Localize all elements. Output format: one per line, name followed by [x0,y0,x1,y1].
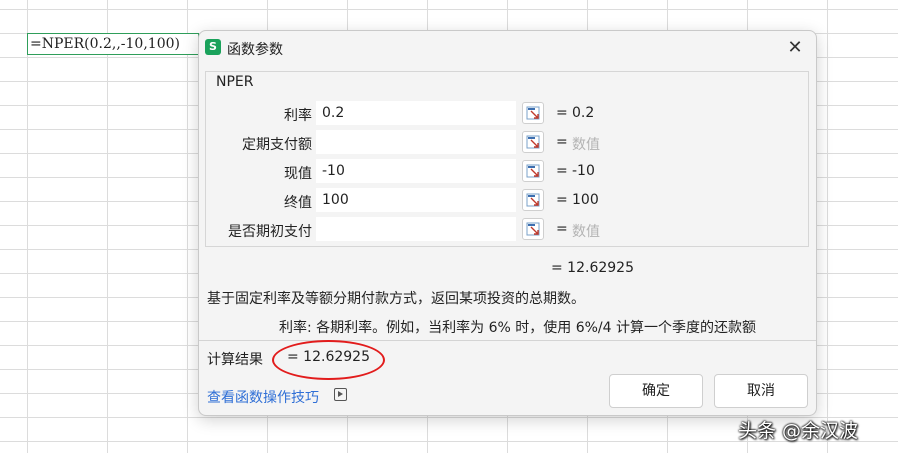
arg-result: 数值 [572,137,600,153]
arguments-group: NPER 利率 0.2 = 0.2 定期支付额 = 数值 现值 -10 = -1… [205,71,809,247]
function-description: 基于固定利率及等额分期付款方式，返回某项投资的总期数。 [207,291,585,307]
arg-label: 定期支付额 [242,137,312,153]
arg-eq: = [556,221,568,237]
range-select-button[interactable] [522,189,544,211]
arg-label: 是否期初支付 [228,224,312,240]
range-select-icon [526,193,540,207]
arg-label: 现值 [284,166,312,182]
arg-row-pmt: 定期支付额 = 数值 [206,130,810,156]
arg-eq: = [556,134,568,150]
calc-result-label: 计算结果 [207,352,263,368]
range-select-icon [526,222,540,236]
arg-result: 0.2 [572,105,595,121]
arg-eq: = [556,105,568,121]
range-select-icon [526,135,540,149]
function-arguments-dialog: S 函数参数 ✕ NPER 利率 0.2 = 0.2 定期支付额 = 数值 现值… [198,30,817,416]
range-select-button[interactable] [522,218,544,240]
arg-input-rate[interactable]: 0.2 [316,101,516,125]
range-select-button[interactable] [522,160,544,182]
wps-spreadsheet-icon: S [205,39,221,55]
arg-result: 100 [572,192,599,208]
function-name: NPER [216,74,254,90]
video-icon[interactable] [334,388,347,401]
divider [199,340,816,341]
arg-input-pmt[interactable] [316,130,516,154]
arg-input-pv[interactable]: -10 [316,159,516,183]
arg-row-fv: 终值 100 = 100 [206,188,810,214]
help-link[interactable]: 查看函数操作技巧 [207,387,319,407]
arg-input-fv[interactable]: 100 [316,188,516,212]
arg-label: 利率 [284,108,312,124]
range-select-button[interactable] [522,131,544,153]
arg-row-type: 是否期初支付 = 数值 [206,217,810,243]
arg-label: 终值 [284,195,312,211]
red-annotation-ellipse [272,340,385,380]
close-button[interactable]: ✕ [784,37,806,59]
cancel-button[interactable]: 取消 [714,374,808,408]
cell-formula-editor[interactable]: =NPER(0.2,,-10,100) [27,33,199,55]
formula-result: = 12.62925 [551,260,634,276]
watermark: 头条 @余汉波 [738,420,859,442]
arg-row-rate: 利率 0.2 = 0.2 [206,101,810,127]
arg-result: -10 [572,163,595,179]
arg-eq: = [556,163,568,179]
argument-description: 利率: 各期利率。例如，当利率为 6% 时，使用 6%/4 计算一个季度的还款额 [279,320,757,336]
arg-row-pv: 现值 -10 = -10 [206,159,810,185]
arg-input-type[interactable] [316,217,516,241]
ok-button[interactable]: 确定 [609,374,703,408]
arg-eq: = [556,192,568,208]
range-select-icon [526,164,540,178]
arg-result: 数值 [572,224,600,240]
dialog-titlebar[interactable]: S 函数参数 ✕ [199,31,816,65]
range-select-icon [526,106,540,120]
dialog-title: 函数参数 [227,42,283,58]
range-select-button[interactable] [522,102,544,124]
